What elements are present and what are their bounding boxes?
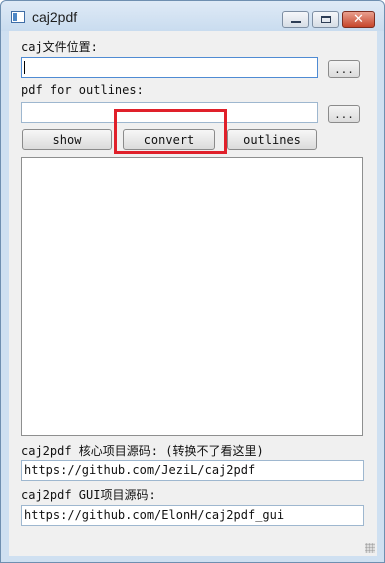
main-window: caj2pdf ✕ caj文件位置: ... pdf for outlines:… bbox=[0, 0, 385, 563]
pdf-outlines-label: pdf for outlines: bbox=[21, 83, 144, 97]
close-icon: ✕ bbox=[353, 12, 364, 27]
caj-path-label: caj文件位置: bbox=[21, 40, 98, 54]
maximize-button[interactable] bbox=[312, 11, 339, 28]
resize-grip[interactable] bbox=[365, 543, 375, 553]
show-button[interactable]: show bbox=[22, 129, 112, 150]
caj-path-input[interactable] bbox=[21, 57, 318, 78]
browse-pdf-button[interactable]: ... bbox=[328, 105, 360, 123]
red-highlight-box bbox=[114, 109, 227, 154]
window-title: caj2pdf bbox=[32, 9, 78, 25]
gui-source-label: caj2pdf GUI项目源码: bbox=[21, 488, 156, 502]
app-window-icon bbox=[11, 11, 25, 23]
outlines-button[interactable]: outlines bbox=[227, 129, 317, 150]
minimize-icon bbox=[290, 21, 301, 23]
close-button[interactable]: ✕ bbox=[342, 11, 375, 28]
gui-url-field[interactable]: https://github.com/ElonH/caj2pdf_gui bbox=[21, 505, 364, 526]
minimize-button[interactable] bbox=[282, 11, 309, 28]
client-area: caj文件位置: ... pdf for outlines: ... show … bbox=[9, 31, 377, 556]
core-source-label: caj2pdf 核心项目源码: (转换不了看这里) bbox=[21, 444, 264, 458]
output-text-area[interactable] bbox=[21, 157, 363, 436]
browse-caj-button[interactable]: ... bbox=[328, 60, 360, 78]
maximize-icon bbox=[320, 16, 331, 23]
text-caret bbox=[24, 61, 25, 74]
core-url-field[interactable]: https://github.com/JeziL/caj2pdf bbox=[21, 460, 364, 481]
title-bar[interactable]: caj2pdf ✕ bbox=[1, 1, 384, 31]
